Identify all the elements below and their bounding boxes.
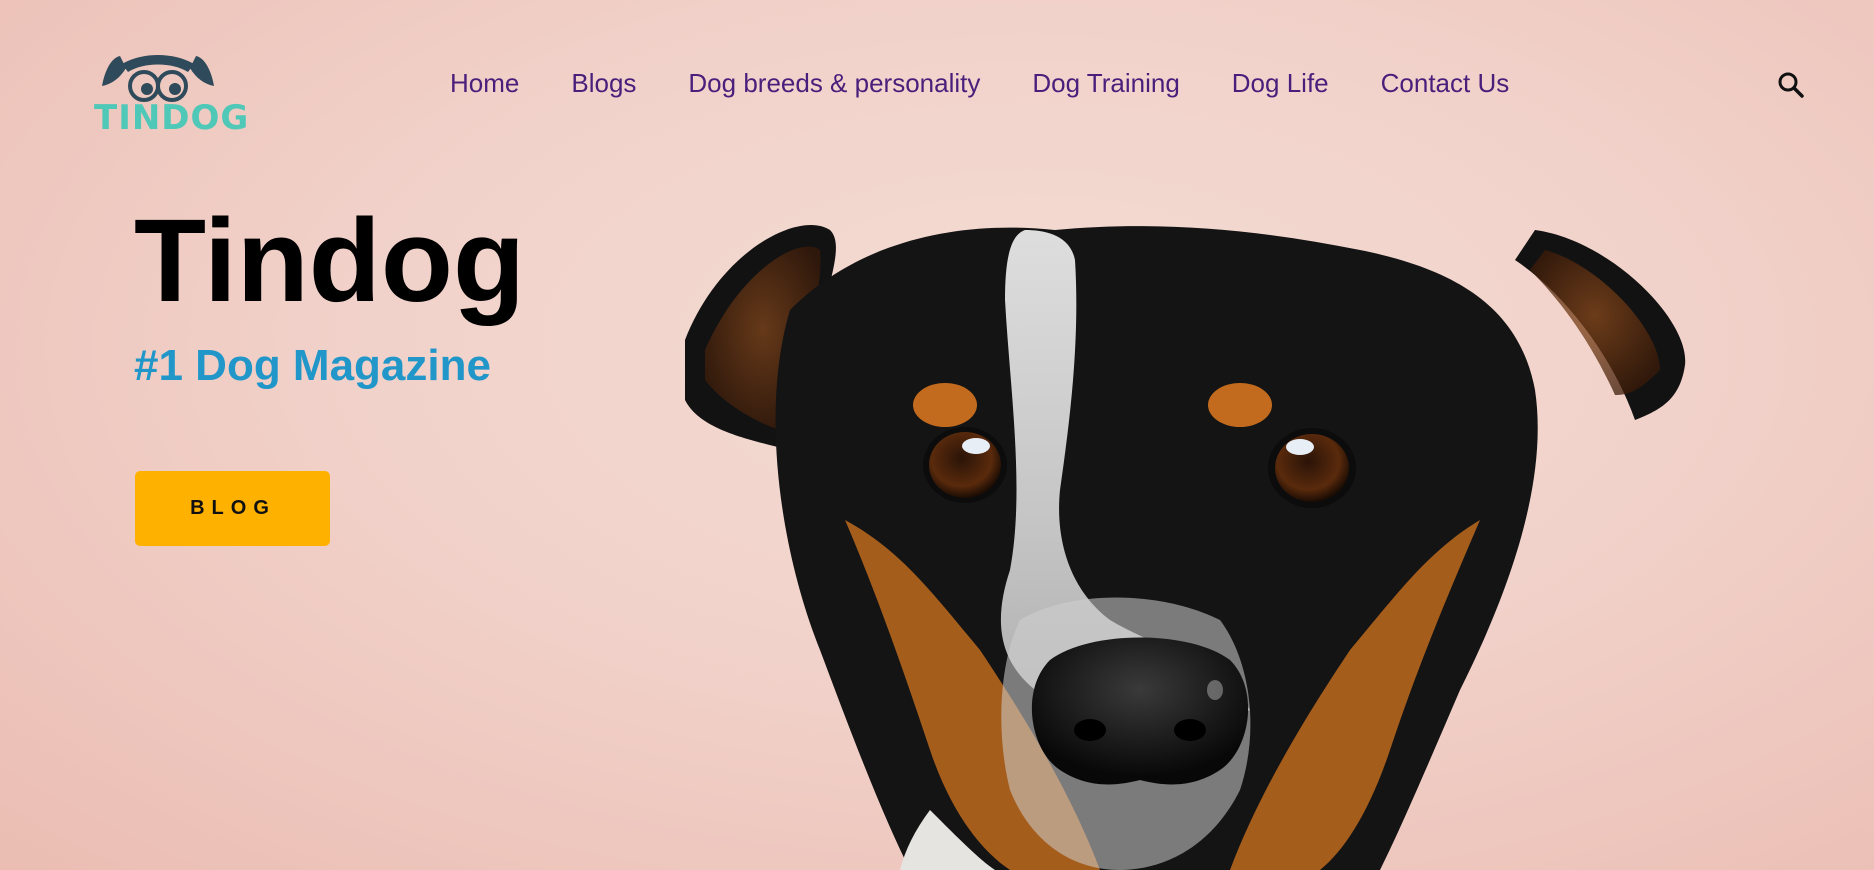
search-button[interactable] xyxy=(1776,70,1806,100)
blog-button[interactable]: BLOG xyxy=(135,471,330,546)
nav-dog-life-link[interactable]: Dog Life xyxy=(1232,68,1329,99)
nav-blogs-link[interactable]: Blogs xyxy=(571,68,636,99)
hero-dog-image xyxy=(685,224,1686,870)
hero-title: Tindog xyxy=(134,195,526,327)
hero-subtitle: #1 Dog Magazine xyxy=(134,341,491,390)
nav-dog-breeds-link[interactable]: Dog breeds & personality xyxy=(688,68,980,99)
main-nav: Home Blogs Dog breeds & personality Dog … xyxy=(450,68,1509,99)
search-icon xyxy=(1778,72,1804,98)
nav-dog-training-link[interactable]: Dog Training xyxy=(1032,68,1179,99)
nav-contact-us-link[interactable]: Contact Us xyxy=(1381,68,1510,99)
hero-section: TINDOG Home Blogs Dog breeds & personali… xyxy=(0,0,1874,870)
logo-text: TINDOG xyxy=(94,98,250,138)
nav-home-link[interactable]: Home xyxy=(450,68,519,99)
tindog-logo[interactable]: TINDOG xyxy=(92,50,262,140)
